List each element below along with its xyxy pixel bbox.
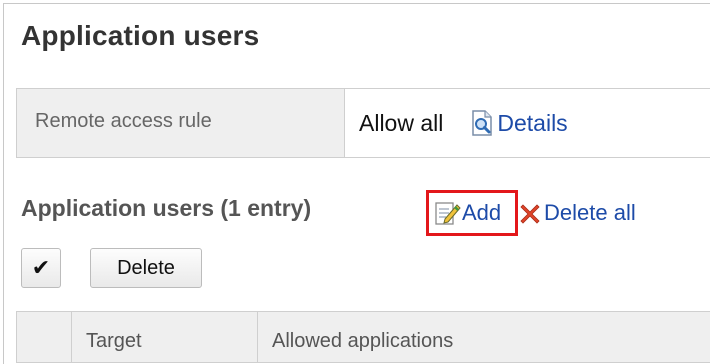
add-link[interactable]: Add xyxy=(433,199,501,227)
remote-access-rule-label: Remote access rule xyxy=(17,89,345,157)
delete-all-link[interactable]: Delete all xyxy=(518,200,636,226)
page-title: Application users xyxy=(21,20,260,51)
section-actions: Add Delete all xyxy=(426,190,636,236)
content-frame xyxy=(3,3,710,364)
remote-access-rule-value: Allow all xyxy=(359,109,444,136)
details-link-label: Details xyxy=(497,109,568,136)
select-all-check-button[interactable]: ✔ xyxy=(21,248,61,288)
details-magnifier-icon xyxy=(471,110,493,136)
delete-button[interactable]: Delete xyxy=(90,248,202,288)
table-header-checkbox-col xyxy=(17,312,72,362)
delete-all-label: Delete all xyxy=(544,200,636,225)
delete-x-icon xyxy=(518,201,542,225)
table-header-target: Target xyxy=(72,312,258,362)
users-table-header: Target Allowed applications xyxy=(16,311,710,363)
table-header-allowed-applications: Allowed applications xyxy=(272,330,454,352)
add-link-label: Add xyxy=(462,200,502,225)
details-link[interactable]: Details xyxy=(471,109,568,137)
add-pencil-icon xyxy=(433,199,461,227)
add-highlight-box: Add xyxy=(426,190,518,236)
application-users-section-title: Application users (1 entry) xyxy=(21,195,312,221)
remote-access-rule-value-cell: Allow all Details xyxy=(345,89,710,157)
remote-access-rule-row: Remote access rule Allow all Details xyxy=(16,88,710,158)
